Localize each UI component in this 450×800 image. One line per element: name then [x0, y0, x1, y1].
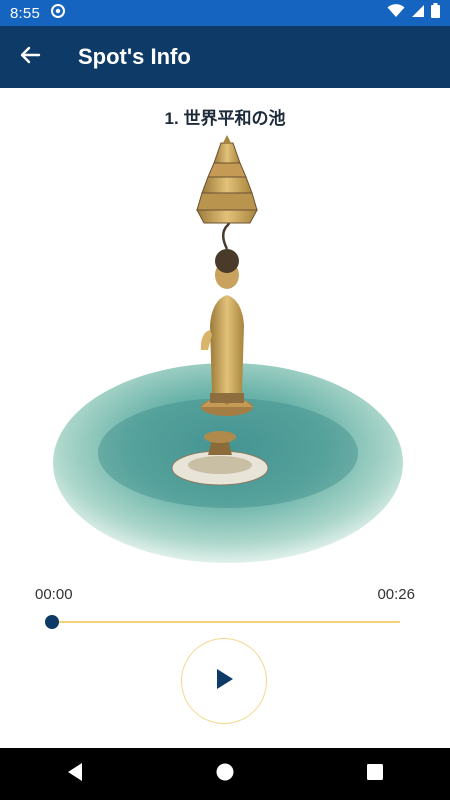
current-time: 00:00 [35, 586, 73, 603]
battery-icon [431, 3, 440, 23]
play-button[interactable] [181, 638, 267, 724]
data-saver-icon [50, 3, 66, 24]
nav-recents-button[interactable] [330, 748, 420, 800]
nav-back-button[interactable] [30, 748, 120, 800]
signal-icon [411, 4, 425, 23]
status-right [387, 3, 440, 23]
home-circle-icon [215, 762, 235, 787]
system-nav-bar [0, 748, 450, 800]
seek-track [52, 621, 400, 623]
app-bar: Spot's Info [0, 26, 450, 88]
nav-home-button[interactable] [180, 748, 270, 800]
spot-illustration [50, 135, 405, 575]
spot-title: 1. 世界平和の池 [164, 109, 286, 128]
status-bar: 8:55 [0, 0, 450, 26]
status-time: 8:55 [10, 4, 40, 22]
arrow-left-icon [19, 45, 41, 70]
audio-seekbar[interactable] [44, 612, 400, 632]
play-icon [213, 667, 235, 696]
page-title: Spot's Info [78, 44, 191, 69]
seek-thumb[interactable] [45, 615, 59, 629]
recents-square-icon [366, 763, 384, 786]
back-triangle-icon [66, 762, 84, 787]
status-left: 8:55 [10, 3, 66, 24]
wifi-icon [387, 3, 405, 23]
back-button[interactable] [0, 26, 60, 88]
total-time: 00:26 [377, 586, 415, 603]
